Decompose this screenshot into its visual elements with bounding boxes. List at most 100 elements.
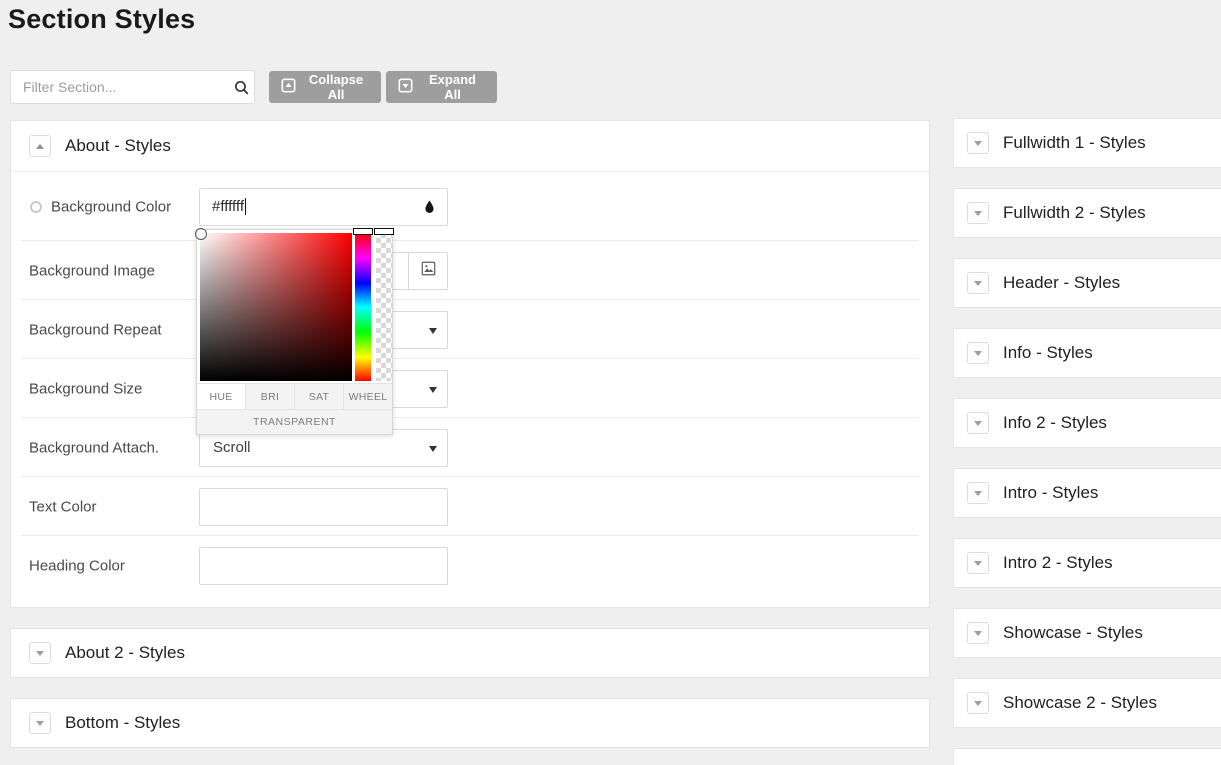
panel-info-styles: Info - Styles xyxy=(953,328,1221,378)
filter-section-input[interactable] xyxy=(11,79,228,95)
choose-image-button[interactable] xyxy=(408,252,447,289)
panel-showcase-styles: Showcase - Styles xyxy=(953,608,1221,658)
panel-fullwidth-1-styles: Fullwidth 1 - Styles xyxy=(953,118,1221,168)
filter-section-box xyxy=(10,70,255,104)
expand-all-button[interactable]: Expand All xyxy=(386,71,497,103)
chevron-up-icon xyxy=(36,143,44,149)
field-label: Background Size xyxy=(29,380,143,397)
panel-header: Info - Styles xyxy=(954,329,1221,377)
text-color-input[interactable] xyxy=(199,487,448,526)
chevron-down-icon xyxy=(974,560,982,566)
image-icon xyxy=(420,260,437,282)
section-styles-page: Section Styles Collapse All Expand All xyxy=(0,0,1221,765)
panel-header xyxy=(954,749,1221,765)
chevron-down-icon xyxy=(974,280,982,286)
panel-bottom-styles: Bottom - Styles xyxy=(10,698,930,748)
panel-header: Showcase - Styles xyxy=(954,609,1221,657)
panel-about-styles: About - Styles Background Color #ffffff … xyxy=(10,120,930,608)
color-picker-popup: HUE BRI SAT WHEEL TRANSPARENT xyxy=(195,228,394,435)
field-row-text-color: Text Color xyxy=(11,477,929,536)
panel-title: About - Styles xyxy=(65,136,171,155)
chevron-down-icon xyxy=(974,630,982,636)
expand-panel-button[interactable] xyxy=(967,342,989,364)
field-label: Background Image xyxy=(29,262,155,279)
saturation-handle[interactable] xyxy=(195,228,207,240)
panel-partial xyxy=(953,748,1221,765)
expand-all-label: Expand All xyxy=(429,72,476,102)
panel-title: Header - Styles xyxy=(1003,273,1121,292)
expand-panel-button[interactable] xyxy=(967,132,989,154)
color-picker-tabs: HUE BRI SAT WHEEL xyxy=(197,383,392,409)
dropdown-arrow-icon xyxy=(429,386,437,393)
droplet-icon[interactable] xyxy=(423,199,436,215)
panel-title: About 2 - Styles xyxy=(65,643,186,662)
background-color-value: #ffffff xyxy=(212,198,244,215)
panel-info-2-styles: Info 2 - Styles xyxy=(953,398,1221,448)
chevron-down-icon xyxy=(36,720,44,726)
expand-panel-button[interactable] xyxy=(967,412,989,434)
panel-intro-2-styles: Intro 2 - Styles xyxy=(953,538,1221,588)
hue-slider-handle[interactable] xyxy=(353,228,373,235)
chevron-down-icon xyxy=(974,350,982,356)
expand-panel-button[interactable] xyxy=(967,272,989,294)
alpha-slider-handle[interactable] xyxy=(374,228,394,235)
hue-slider[interactable] xyxy=(355,233,371,381)
transparent-button[interactable]: TRANSPARENT xyxy=(197,409,392,434)
expand-panel-button[interactable] xyxy=(967,202,989,224)
collapse-all-label: Collapse All xyxy=(308,72,364,102)
collapse-all-icon xyxy=(281,78,296,96)
panel-title: Info 2 - Styles xyxy=(1003,413,1107,432)
selected-value: Scroll xyxy=(213,439,251,456)
panel-showcase-2-styles: Showcase 2 - Styles xyxy=(953,678,1221,728)
chevron-down-icon xyxy=(974,490,982,496)
search-icon[interactable] xyxy=(228,79,254,96)
field-label: Background Repeat xyxy=(29,321,162,338)
panel-header: Intro 2 - Styles xyxy=(954,539,1221,587)
saturation-brightness-area[interactable] xyxy=(195,228,352,381)
panel-title: Showcase - Styles xyxy=(1003,623,1143,642)
panel-intro-styles: Intro - Styles xyxy=(953,468,1221,518)
text-cursor xyxy=(245,198,246,215)
expand-panel-button[interactable] xyxy=(967,552,989,574)
collapse-all-button[interactable]: Collapse All xyxy=(269,71,381,103)
tab-bri[interactable]: BRI xyxy=(246,384,295,409)
panel-header: Showcase 2 - Styles xyxy=(954,679,1221,727)
field-label: Background Color xyxy=(51,198,172,215)
expand-panel-button[interactable] xyxy=(967,622,989,644)
field-row-background-image: Background Image xyxy=(11,241,929,300)
field-label: Text Color xyxy=(29,498,97,515)
tab-sat[interactable]: SAT xyxy=(295,384,344,409)
expand-panel-button[interactable] xyxy=(967,692,989,714)
dropdown-arrow-icon xyxy=(429,327,437,334)
expand-panel-button[interactable] xyxy=(29,642,51,664)
heading-color-input[interactable] xyxy=(199,547,448,585)
panel-header: Bottom - Styles xyxy=(11,699,929,747)
panel-about-styles-header: About - Styles xyxy=(11,121,929,172)
tab-wheel[interactable]: WHEEL xyxy=(344,384,392,409)
panel-header: Fullwidth 2 - Styles xyxy=(954,189,1221,237)
field-label: Heading Color xyxy=(29,557,125,575)
collapse-panel-button[interactable] xyxy=(29,135,51,157)
panel-header: Header - Styles xyxy=(954,259,1221,307)
chevron-down-icon xyxy=(36,650,44,656)
panel-title: Intro - Styles xyxy=(1003,483,1099,502)
alpha-slider[interactable] xyxy=(376,233,392,381)
chevron-down-icon xyxy=(974,140,982,146)
panel-title: Intro 2 - Styles xyxy=(1003,553,1113,572)
panel-title: Fullwidth 2 - Styles xyxy=(1003,203,1146,222)
expand-panel-button[interactable] xyxy=(29,712,51,734)
panel-about-2-styles: About 2 - Styles xyxy=(10,628,930,678)
field-row-background-color: Background Color #ffffff xyxy=(11,172,929,241)
panel-fullwidth-2-styles: Fullwidth 2 - Styles xyxy=(953,188,1221,238)
expand-panel-button[interactable] xyxy=(967,482,989,504)
field-row-heading-color: Heading Color xyxy=(11,536,929,596)
panel-title: Bottom - Styles xyxy=(65,713,181,732)
tab-hue[interactable]: HUE xyxy=(197,384,246,409)
dropdown-arrow-icon xyxy=(429,445,437,452)
field-status-circle-icon xyxy=(30,200,42,213)
background-color-input[interactable]: #ffffff xyxy=(199,187,448,226)
panel-title: Showcase 2 - Styles xyxy=(1003,693,1158,712)
panel-header: Fullwidth 1 - Styles xyxy=(954,119,1221,167)
chevron-down-icon xyxy=(974,700,982,706)
field-row-background-size: Background Size xyxy=(11,359,929,418)
